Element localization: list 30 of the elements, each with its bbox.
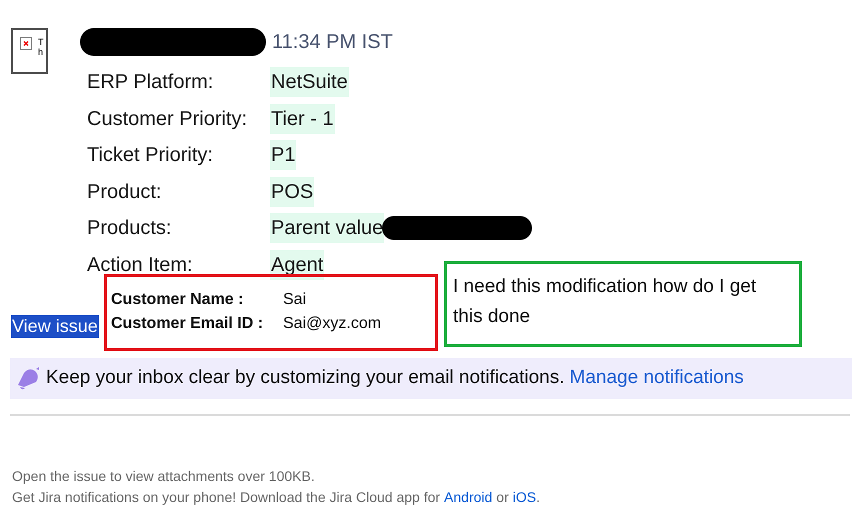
info-label: Customer Email ID : xyxy=(111,314,264,334)
footer-text: Open the issue to view attachments over 100KB. xyxy=(12,467,315,486)
view-issue-link[interactable]: View issue xyxy=(11,315,99,338)
field-label: ERP Platform: xyxy=(87,70,214,96)
field-value: NetSuite xyxy=(270,67,349,98)
store-link[interactable]: iOS xyxy=(512,487,536,508)
field-value: Agent xyxy=(270,250,324,280)
bell-icon xyxy=(15,366,41,390)
footer-text: . xyxy=(536,488,540,507)
field-label: Action Item: xyxy=(87,252,194,278)
field-label: Ticket Priority: xyxy=(87,143,214,168)
banner-text: Keep your inbox clear by customizing your email notifications. xyxy=(46,366,565,390)
field-label: Products: xyxy=(87,216,172,242)
field-value: POS xyxy=(270,176,314,207)
info-label: Customer Name : xyxy=(111,290,244,310)
note-text: I need this modification how do I get this done xyxy=(453,275,758,329)
manage-notifications-link[interactable]: Manage notifications xyxy=(570,364,744,393)
broken-image-icon xyxy=(20,37,32,50)
field-value: Tier - 1 xyxy=(270,104,335,134)
alt-text: Th xyxy=(38,37,44,57)
field-label: Customer Priority: xyxy=(87,106,248,132)
info-value: Sai xyxy=(283,290,306,310)
footer-text: or xyxy=(496,488,509,507)
field-label: Product: xyxy=(87,180,162,205)
field-value: P1 xyxy=(270,140,296,170)
store-link[interactable]: Android xyxy=(444,487,492,508)
info-value: Sai@xyz.com xyxy=(283,314,382,334)
footer-text: Get Jira notifications on your phone! Download the Jira Cloud app for xyxy=(12,488,440,507)
field-value: Parent value xyxy=(270,213,384,244)
timestamp: 11:34 PM IST xyxy=(272,30,393,55)
